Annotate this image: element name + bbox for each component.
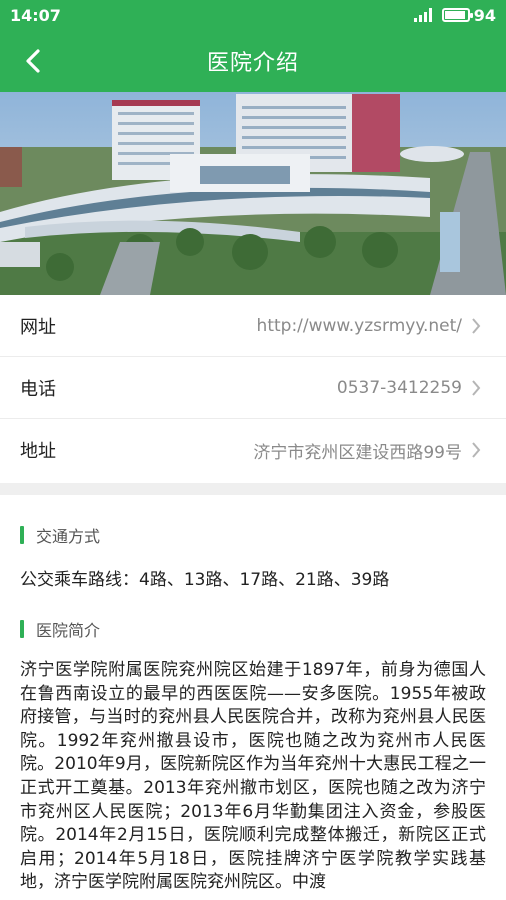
section-marker — [20, 620, 24, 638]
battery-level: 94 — [473, 5, 496, 25]
website-row[interactable]: 网址 http://www.yzsrmyy.net/ — [0, 295, 506, 357]
battery-indicator: 94 — [441, 5, 496, 25]
intro-title: 医院简介 — [36, 621, 101, 640]
address-value: 济宁市兖州区建设西路99号 — [253, 442, 462, 463]
address-row[interactable]: 地址 济宁市兖州区建设西路99号 — [0, 419, 506, 481]
website-value: http://www.yzsrmyy.net/ — [256, 315, 462, 336]
intro-heading: 医院简介 — [20, 619, 486, 640]
hospital-photo — [0, 92, 506, 295]
transport-heading: 交通方式 — [20, 525, 486, 546]
status-time: 14:07 — [10, 5, 61, 25]
nav-bar: 医院介绍 — [0, 30, 506, 92]
phone-row[interactable]: 电话 0537-3412259 — [0, 357, 506, 419]
battery-icon — [441, 8, 473, 22]
signal-icon — [413, 8, 432, 22]
intro-text: 济宁医学院附属医院兖州院区始建于1897年，前身为德国人在鲁西南设立的最早的西医… — [20, 660, 486, 893]
status-icons: 94 — [413, 5, 496, 25]
chevron-left-icon — [26, 49, 40, 73]
chevron-right-icon — [466, 378, 486, 398]
back-button[interactable] — [14, 42, 52, 80]
section-marker — [20, 526, 24, 544]
status-bar: 14:07 94 — [0, 0, 506, 30]
page-title: 医院介绍 — [206, 51, 299, 76]
website-label: 网址 — [20, 316, 56, 338]
chevron-right-icon — [466, 316, 486, 336]
chevron-right-icon — [466, 440, 486, 460]
detail-panel: 交通方式 公交乘车路线：4路、13路、17路、21路、39路 医院简介 济宁医学… — [0, 495, 506, 900]
phone-label: 电话 — [20, 378, 56, 400]
hospital-info-card: 网址 http://www.yzsrmyy.net/ 电话 0537-34122… — [0, 295, 506, 483]
bus-routes: 公交乘车路线：4路、13路、17路、21路、39路 — [20, 570, 390, 590]
address-label: 地址 — [20, 441, 56, 462]
phone-value: 0537-3412259 — [336, 377, 462, 398]
transport-title: 交通方式 — [36, 527, 101, 546]
